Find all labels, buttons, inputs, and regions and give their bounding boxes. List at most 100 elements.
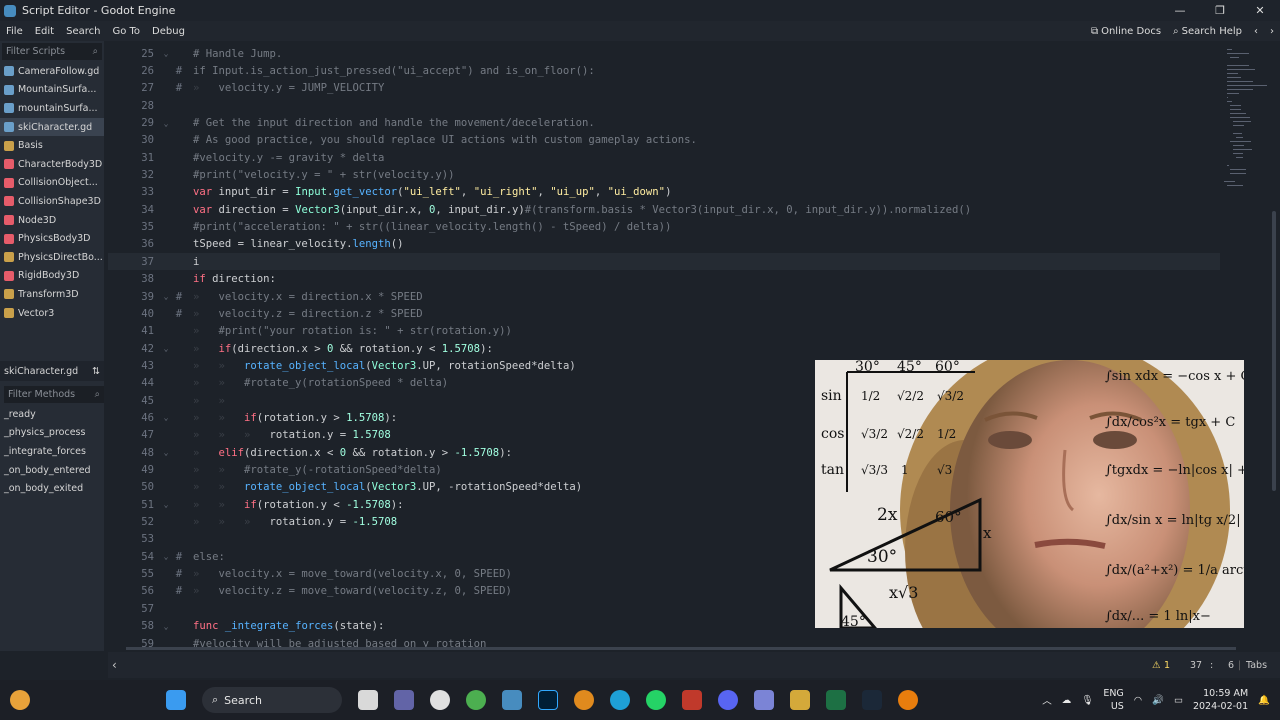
sort-icon[interactable]: ⇅	[92, 366, 100, 377]
language-indicator[interactable]: ENG US	[1103, 687, 1123, 713]
script-item[interactable]: RigidBody3D	[0, 267, 104, 286]
vertical-scrollbar[interactable]	[1270, 41, 1278, 651]
method-item[interactable]: _ready	[0, 405, 104, 424]
wifi-icon[interactable]: ◠	[1134, 695, 1142, 706]
meme-sin: sin	[821, 388, 842, 404]
maximize-button[interactable]: ❐	[1200, 4, 1240, 17]
steam-icon[interactable]	[862, 690, 882, 710]
method-item[interactable]: _integrate_forces	[0, 442, 104, 461]
fold-arrow-icon[interactable]: ⌄	[160, 622, 172, 631]
excel-icon[interactable]	[826, 690, 846, 710]
code-line[interactable]: 36 tSpeed = linear_velocity.length()	[108, 236, 1220, 253]
filter-methods-input[interactable]: Filter Methods ⌕	[4, 386, 104, 403]
code-line[interactable]: 35 #print("acceleration: " + str((linear_…	[108, 219, 1220, 236]
code-line[interactable]: 28	[108, 97, 1220, 114]
fold-arrow-icon[interactable]: ⌄	[160, 413, 172, 422]
menu-file[interactable]: File	[0, 26, 29, 37]
blender-icon[interactable]	[574, 690, 594, 710]
script-item[interactable]: MountainSurfa...	[0, 81, 104, 100]
filezilla-icon[interactable]	[682, 690, 702, 710]
code-line[interactable]: 33 var input_dir = Input.get_vector("ui_l…	[108, 184, 1220, 201]
script-item[interactable]: CharacterBody3D	[0, 155, 104, 174]
start-menu-icon[interactable]	[166, 690, 186, 710]
notepad-icon[interactable]	[790, 690, 810, 710]
code-line[interactable]: 40 # » velocity.z = direction.z * SPEED	[108, 305, 1220, 322]
method-item[interactable]: _on_body_entered	[0, 461, 104, 480]
code-line[interactable]: 26 # if Input.is_action_just_pressed("ui_a…	[108, 62, 1220, 79]
method-item[interactable]: _on_body_exited	[0, 479, 104, 498]
notification-bell-icon[interactable]: 🔔	[1258, 695, 1270, 706]
fold-arrow-icon[interactable]: ⌄	[160, 344, 172, 353]
menu-search[interactable]: Search	[60, 26, 106, 37]
script-file-icon	[4, 289, 14, 300]
taskbar-search-box[interactable]: ⌕ Search	[202, 687, 342, 713]
fold-arrow-icon[interactable]: ⌄	[160, 500, 172, 509]
script-item[interactable]: Vector3	[0, 304, 104, 323]
code-line[interactable]: 31 #velocity.y -= gravity * delta	[108, 149, 1220, 166]
code-line[interactable]: 39 ⌄ # » velocity.x = direction.x * SPEED	[108, 288, 1220, 305]
indent-mode[interactable]: Tabs	[1246, 660, 1267, 671]
method-item[interactable]: _physics_process	[0, 424, 104, 443]
fold-arrow-icon[interactable]: ⌄	[160, 49, 172, 58]
volume-icon[interactable]: 🔊	[1152, 695, 1164, 706]
code-line[interactable]: 32 #print("velocity.y = " + str(velocity.…	[108, 166, 1220, 183]
script-item[interactable]: skiCharacter.gd	[0, 117, 104, 137]
edge-icon[interactable]	[610, 690, 630, 710]
menu-edit[interactable]: Edit	[29, 26, 60, 37]
code-line[interactable]: 29 ⌄ # Get the input direction and handle …	[108, 114, 1220, 131]
script-item-label: CollisionShape3D	[18, 195, 101, 207]
code-line[interactable]: 25 ⌄ # Handle Jump.	[108, 45, 1220, 62]
script-item[interactable]: Basis	[0, 136, 104, 155]
close-button[interactable]: ✕	[1240, 4, 1280, 17]
script-item[interactable]: CameraFollow.gd	[0, 62, 104, 81]
tray-chevron-icon[interactable]: ︿	[1042, 693, 1052, 707]
fold-arrow-icon[interactable]: ⌄	[160, 552, 172, 561]
task-view-icon[interactable]	[358, 690, 378, 710]
script-item[interactable]: Transform3D	[0, 285, 104, 304]
fold-arrow-icon[interactable]: ⌄	[160, 292, 172, 301]
code-line[interactable]: 42 ⌄ » if(direction.x > 0 && rotation.y < …	[108, 340, 1220, 357]
photoshop-icon[interactable]	[538, 690, 558, 710]
godot-icon[interactable]	[502, 690, 522, 710]
microphone-icon[interactable]: 🎙	[1081, 695, 1093, 706]
remote-desktop-icon[interactable]	[754, 690, 774, 710]
warning-icon[interactable]: ⚠	[1152, 660, 1161, 671]
code-line[interactable]: 30 # As good practice, you should replace…	[108, 132, 1220, 149]
code-line[interactable]: 41 » #print("your rotation is: " + str(ro…	[108, 323, 1220, 340]
fold-arrow-icon[interactable]: ⌄	[160, 448, 172, 457]
code-line[interactable]: 34 var direction = Vector3(input_dir.x, 0…	[108, 201, 1220, 218]
teams-icon[interactable]	[394, 690, 414, 710]
whatsapp-icon[interactable]	[646, 690, 666, 710]
history-forward-button[interactable]: ›	[1264, 26, 1280, 37]
menu-goto[interactable]: Go To	[106, 26, 146, 37]
github-icon[interactable]	[430, 690, 450, 710]
blender-alt-icon[interactable]	[898, 690, 918, 710]
search-help-button[interactable]: ⌕ Search Help	[1167, 26, 1248, 37]
online-docs-button[interactable]: ⧉ Online Docs	[1085, 26, 1167, 37]
discord-icon[interactable]	[718, 690, 738, 710]
menu-debug[interactable]: Debug	[146, 26, 191, 37]
script-item[interactable]: mountainSurfa...	[0, 99, 104, 118]
scrollbar-thumb[interactable]	[1272, 211, 1276, 491]
script-item[interactable]: Node3D	[0, 211, 104, 230]
code-line[interactable]: 38 if direction:	[108, 271, 1220, 288]
collapse-panel-icon[interactable]: ‹	[112, 658, 117, 672]
script-item-label: skiCharacter.gd	[18, 121, 93, 133]
script-item[interactable]: CollisionShape3D	[0, 192, 104, 211]
horizontal-scrollbar[interactable]	[126, 647, 1236, 650]
code-line[interactable]: 27 # » velocity.y = JUMP_VELOCITY	[108, 80, 1220, 97]
chrome-icon[interactable]	[466, 690, 486, 710]
filter-scripts-input[interactable]: Filter Scripts ⌕	[2, 43, 102, 60]
clock[interactable]: 10:59 AM 2024-02-01	[1193, 687, 1248, 713]
script-item[interactable]: PhysicsBody3D	[0, 229, 104, 248]
fold-arrow-icon[interactable]: ⌄	[160, 119, 172, 128]
weather-widget-icon[interactable]	[10, 690, 30, 710]
minimize-button[interactable]: —	[1160, 4, 1200, 17]
battery-icon[interactable]: ▭	[1174, 695, 1183, 706]
cloud-icon[interactable]: ☁	[1062, 695, 1072, 706]
script-item[interactable]: CollisionObject...	[0, 174, 104, 193]
history-back-button[interactable]: ‹	[1248, 26, 1264, 37]
script-item[interactable]: PhysicsDirectBo...	[0, 248, 104, 267]
search-help-label: Search Help	[1181, 25, 1242, 37]
code-line[interactable]: 37 i	[108, 253, 1220, 271]
